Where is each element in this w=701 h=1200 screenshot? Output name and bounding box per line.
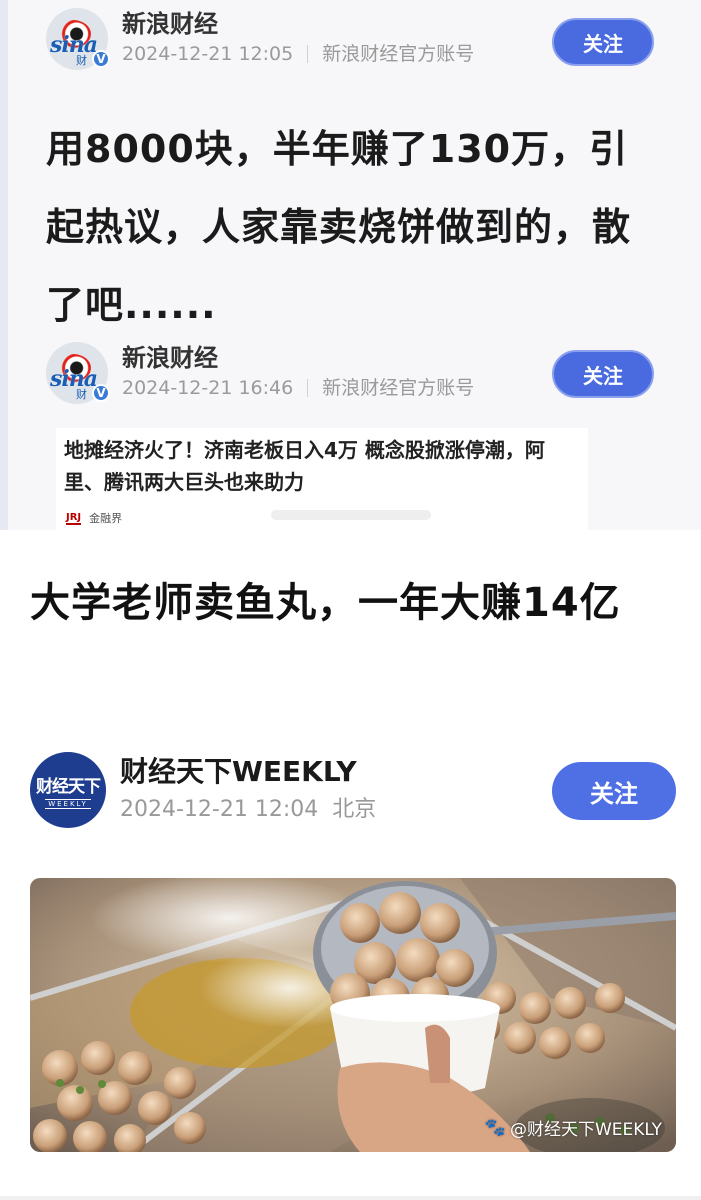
post1-account-header[interactable]: sina 财 V 新浪财经 2024-12-21 12:05 新浪财经官方账号 bbox=[46, 8, 474, 70]
jrj-logo-icon: JRJ bbox=[66, 511, 82, 525]
post2-account-header[interactable]: sina 财 V 新浪财经 2024-12-21 16:46 新浪财经官方账号 bbox=[46, 342, 474, 404]
caijing-weekly-avatar[interactable]: 财经天下 WEEKLY bbox=[30, 752, 106, 828]
news-card-source: JRJ 金融界 bbox=[66, 510, 122, 526]
news-source-label: 金融界 bbox=[89, 512, 123, 525]
sina-logo-sub: 财 bbox=[76, 388, 87, 401]
divider bbox=[307, 379, 309, 397]
sina-finance-avatar[interactable]: sina 财 V bbox=[46, 8, 110, 70]
post2-timestamp: 2024-12-21 16:46 bbox=[122, 377, 294, 399]
fishball-photo bbox=[30, 878, 676, 1152]
sina-logo-text: sina bbox=[50, 366, 98, 392]
bottom-divider bbox=[0, 1196, 701, 1200]
post1-account-type: 新浪财经官方账号 bbox=[322, 43, 475, 65]
author-name[interactable]: 财经天下WEEKLY bbox=[120, 752, 376, 792]
post1-account-name[interactable]: 新浪财经 bbox=[122, 9, 474, 39]
verified-badge-icon: V bbox=[92, 384, 110, 402]
sina-logo-sub: 财 bbox=[76, 54, 87, 67]
divider bbox=[307, 45, 309, 63]
sina-finance-avatar[interactable]: sina 财 V bbox=[46, 342, 110, 404]
blurred-text-placeholder bbox=[271, 510, 431, 520]
post2-follow-button[interactable]: 关注 bbox=[552, 350, 654, 398]
post2-account-type: 新浪财经官方账号 bbox=[322, 377, 475, 399]
post1-headline[interactable]: 用8000块，半年赚了130万，引起热议，人家靠卖烧饼做到的，散了吧...... bbox=[46, 110, 666, 344]
article-follow-button[interactable]: 关注 bbox=[552, 762, 676, 820]
verified-badge-icon: V bbox=[92, 50, 110, 68]
post1-follow-button[interactable]: 关注 bbox=[552, 18, 654, 66]
embedded-screenshot: sina 财 V 新浪财经 2024-12-21 12:05 新浪财经官方账号 … bbox=[0, 0, 701, 530]
post1-timestamp: 2024-12-21 12:05 bbox=[122, 43, 294, 65]
article-timestamp: 2024-12-21 12:04 bbox=[120, 797, 319, 822]
post2-account-name[interactable]: 新浪财经 bbox=[122, 343, 474, 373]
left-edge-strip bbox=[0, 0, 8, 530]
article-location: 北京 bbox=[332, 797, 377, 822]
article-author-header[interactable]: 财经天下 WEEKLY 财经天下WEEKLY 2024-12-21 12:04 … bbox=[30, 752, 376, 828]
article-headline[interactable]: 大学老师卖鱼丸，一年大赚14亿 bbox=[30, 556, 670, 650]
avatar-logo-sub: WEEKLY bbox=[45, 798, 91, 809]
watermark-text: @财经天下WEEKLY bbox=[509, 1120, 662, 1140]
sina-logo-text: sina bbox=[50, 32, 98, 58]
article-image[interactable]: 🐾 @财经天下WEEKLY bbox=[30, 878, 676, 1152]
news-card-title[interactable]: 地摊经济火了！济南老板日入4万 概念股掀涨停潮，阿里、腾讯两大巨头也来助力 bbox=[56, 428, 588, 498]
avatar-logo-text: 财经天下 bbox=[36, 776, 101, 797]
image-watermark: 🐾 @财经天下WEEKLY bbox=[484, 1115, 662, 1141]
post2-news-card[interactable]: 地摊经济火了！济南老板日入4万 概念股掀涨停潮，阿里、腾讯两大巨头也来助力 JR… bbox=[56, 428, 588, 530]
paw-icon: 🐾 bbox=[484, 1117, 506, 1138]
